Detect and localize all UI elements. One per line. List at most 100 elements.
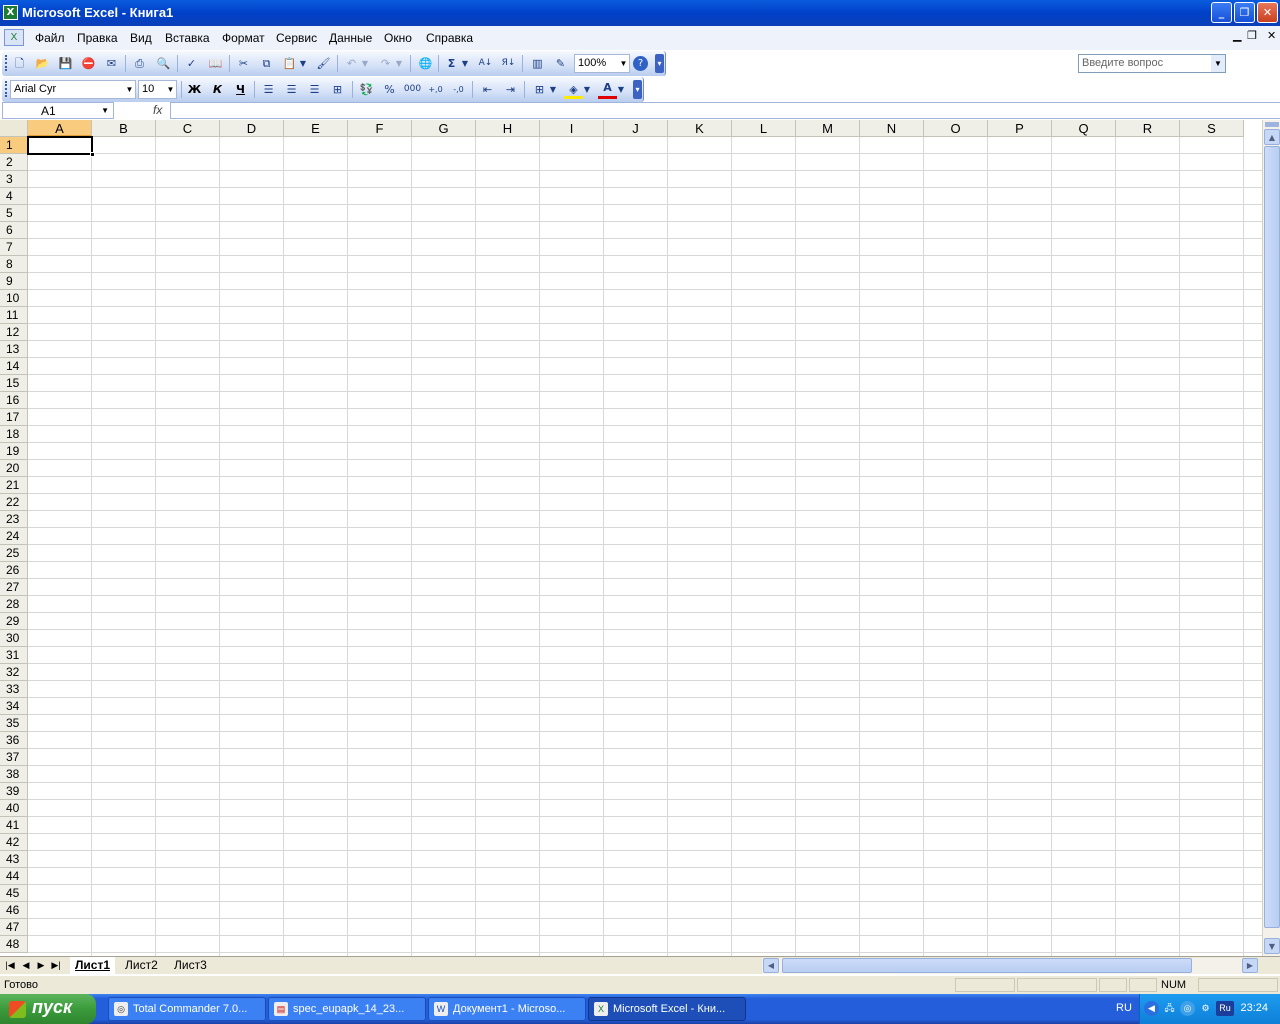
- scroll-down-icon[interactable]: ▼: [1264, 938, 1280, 954]
- zoom-select[interactable]: 100% ▼: [574, 54, 630, 73]
- row-header-23[interactable]: 23: [0, 511, 28, 528]
- row-header-3[interactable]: 3: [0, 171, 28, 188]
- sort-descending-icon[interactable]: Я↓: [499, 54, 518, 73]
- row-header-40[interactable]: 40: [0, 800, 28, 817]
- row-header-22[interactable]: 22: [0, 494, 28, 511]
- align-left-icon[interactable]: ☰: [259, 80, 278, 99]
- row-header-18[interactable]: 18: [0, 426, 28, 443]
- column-header-h[interactable]: H: [476, 120, 540, 137]
- menu-help[interactable]: Справка: [426, 31, 473, 45]
- scroll-up-icon[interactable]: ▲: [1264, 129, 1280, 145]
- column-header-n[interactable]: N: [860, 120, 924, 137]
- prev-sheet-icon[interactable]: ◀: [19, 958, 33, 973]
- toolbar-options-icon[interactable]: ▾: [655, 54, 664, 73]
- minimize-button[interactable]: _: [1211, 2, 1232, 23]
- tray-app-icon[interactable]: ◎: [1180, 1001, 1195, 1016]
- permission-icon[interactable]: ⛔: [79, 54, 98, 73]
- column-header-r[interactable]: R: [1116, 120, 1180, 137]
- row-header-1[interactable]: 1: [0, 137, 28, 154]
- save-icon[interactable]: 💾: [56, 54, 75, 73]
- row-header-16[interactable]: 16: [0, 392, 28, 409]
- menu-view[interactable]: Вид: [130, 31, 152, 45]
- row-header-35[interactable]: 35: [0, 715, 28, 732]
- row-header-34[interactable]: 34: [0, 698, 28, 715]
- underline-button[interactable]: Ч: [231, 80, 250, 99]
- split-box[interactable]: [1265, 122, 1279, 127]
- vertical-scrollbar[interactable]: ▲ ▼: [1262, 120, 1280, 956]
- chevron-down-icon[interactable]: ▼: [360, 54, 370, 73]
- row-header-6[interactable]: 6: [0, 222, 28, 239]
- row-header-27[interactable]: 27: [0, 579, 28, 596]
- active-cell[interactable]: [27, 136, 95, 157]
- paste-icon[interactable]: 📋: [280, 54, 299, 73]
- open-icon[interactable]: 📂: [33, 54, 52, 73]
- network-icon[interactable]: 🖧: [1162, 1001, 1177, 1016]
- font-size-select[interactable]: 10 ▼: [138, 80, 177, 99]
- next-sheet-icon[interactable]: ▶: [34, 958, 48, 973]
- email-icon[interactable]: ✉: [102, 54, 121, 73]
- row-header-24[interactable]: 24: [0, 528, 28, 545]
- new-icon[interactable]: 🗋: [10, 54, 29, 73]
- italic-button[interactable]: К: [208, 80, 227, 99]
- row-header-46[interactable]: 46: [0, 902, 28, 919]
- row-header-39[interactable]: 39: [0, 783, 28, 800]
- hyperlink-icon[interactable]: 🌐: [416, 54, 435, 73]
- column-header-p[interactable]: P: [988, 120, 1052, 137]
- row-header-12[interactable]: 12: [0, 324, 28, 341]
- column-header-d[interactable]: D: [220, 120, 284, 137]
- ask-question-input[interactable]: Введите вопрос ▼: [1078, 54, 1226, 73]
- chevron-down-icon[interactable]: ▼: [616, 80, 626, 99]
- column-header-b[interactable]: B: [92, 120, 156, 137]
- name-box[interactable]: A1 ▼: [2, 102, 114, 119]
- font-color-icon[interactable]: A: [598, 80, 617, 99]
- menu-data[interactable]: Данные: [329, 31, 372, 45]
- column-header-l[interactable]: L: [732, 120, 796, 137]
- row-header-25[interactable]: 25: [0, 545, 28, 562]
- bold-button[interactable]: Ж: [185, 80, 204, 99]
- column-header-s[interactable]: S: [1180, 120, 1244, 137]
- row-header-41[interactable]: 41: [0, 817, 28, 834]
- task-pdf[interactable]: ▤ spec_eupapk_14_23...: [268, 997, 426, 1021]
- row-header-28[interactable]: 28: [0, 596, 28, 613]
- toolbar-grip[interactable]: [5, 55, 7, 71]
- merge-center-icon[interactable]: ⊞: [328, 80, 347, 99]
- excel-app-icon[interactable]: X: [3, 5, 18, 20]
- chevron-down-icon[interactable]: ▼: [548, 80, 558, 99]
- language-indicator[interactable]: RU: [1116, 1002, 1132, 1014]
- column-header-k[interactable]: K: [668, 120, 732, 137]
- row-header-31[interactable]: 31: [0, 647, 28, 664]
- redo-icon[interactable]: ↷: [376, 54, 395, 73]
- show-hidden-icons-icon[interactable]: ◀: [1144, 1001, 1159, 1016]
- column-header-a[interactable]: A: [28, 120, 92, 137]
- row-header-10[interactable]: 10: [0, 290, 28, 307]
- row-header-2[interactable]: 2: [0, 154, 28, 171]
- row-header-37[interactable]: 37: [0, 749, 28, 766]
- sheet-tab-3[interactable]: Лист3: [169, 957, 212, 974]
- formula-input[interactable]: [170, 102, 1280, 119]
- menu-edit[interactable]: Правка: [77, 31, 118, 45]
- print-preview-icon[interactable]: 🔍: [154, 54, 173, 73]
- menu-format[interactable]: Формат: [222, 31, 265, 45]
- close-button[interactable]: ✕: [1257, 2, 1278, 23]
- column-header-i[interactable]: I: [540, 120, 604, 137]
- menu-file[interactable]: Файл: [35, 31, 65, 45]
- task-total-commander[interactable]: ◎ Total Commander 7.0...: [108, 997, 266, 1021]
- row-header-5[interactable]: 5: [0, 205, 28, 222]
- row-header-32[interactable]: 32: [0, 664, 28, 681]
- column-header-f[interactable]: F: [348, 120, 412, 137]
- start-button[interactable]: пуск: [0, 994, 96, 1024]
- chevron-down-icon[interactable]: ▼: [1211, 55, 1225, 72]
- chart-wizard-icon[interactable]: ▥: [528, 54, 547, 73]
- align-right-icon[interactable]: ☰: [305, 80, 324, 99]
- row-header-4[interactable]: 4: [0, 188, 28, 205]
- chevron-down-icon[interactable]: ▼: [582, 80, 592, 99]
- cell-grid[interactable]: [28, 137, 1262, 956]
- percent-button[interactable]: %: [380, 80, 399, 99]
- row-header-48[interactable]: 48: [0, 936, 28, 953]
- tray-tools-icon[interactable]: ⚙: [1198, 1001, 1213, 1016]
- increase-indent-icon[interactable]: ⇥: [501, 80, 520, 99]
- column-header-q[interactable]: Q: [1052, 120, 1116, 137]
- task-excel[interactable]: X Microsoft Excel - Кни...: [588, 997, 746, 1021]
- horizontal-scrollbar[interactable]: ◀ ▶: [762, 958, 1258, 974]
- row-header-9[interactable]: 9: [0, 273, 28, 290]
